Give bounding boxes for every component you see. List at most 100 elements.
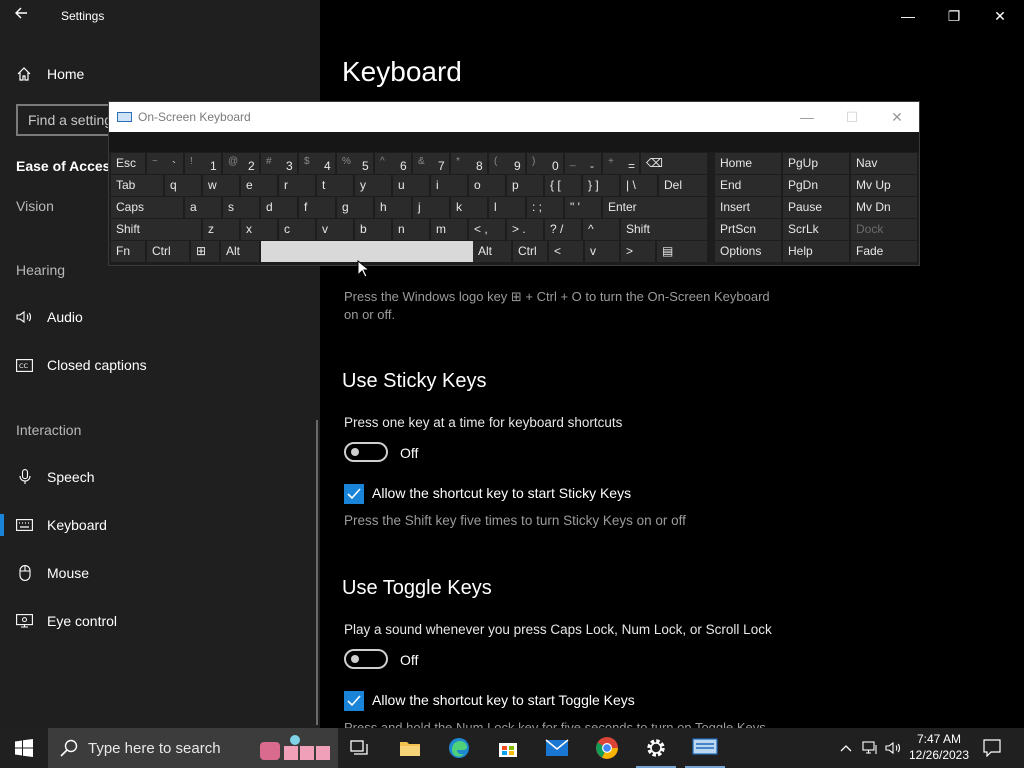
osk-key[interactable]: ~ `: [147, 153, 183, 174]
osk-close-button[interactable]: ✕: [884, 107, 910, 127]
osk-minimize-button[interactable]: —: [794, 107, 820, 127]
network-icon[interactable]: [861, 728, 881, 768]
osk-key[interactable]: Insert: [715, 197, 781, 218]
osk-key[interactable]: " ': [565, 197, 601, 218]
osk-titlebar[interactable]: On-Screen Keyboard — ☐ ✕: [109, 102, 919, 132]
minimize-button[interactable]: —: [888, 4, 928, 28]
osk-key[interactable]: ⌫: [641, 153, 707, 174]
osk-key[interactable]: f: [299, 197, 335, 218]
start-button[interactable]: [0, 728, 48, 768]
osk-key[interactable]: { [: [545, 175, 581, 196]
search-highlights-icon[interactable]: [260, 732, 334, 764]
osk-key[interactable]: ▤: [657, 241, 707, 262]
osk-key[interactable]: | \: [621, 175, 657, 196]
osk-key[interactable]: Esc: [111, 153, 145, 174]
osk-key[interactable]: < ,: [469, 219, 505, 240]
sidebar-item-closed-captions[interactable]: CC Closed captions: [16, 353, 147, 377]
osk-key[interactable]: Pause: [783, 197, 849, 218]
osk-key[interactable]: Nav: [851, 153, 917, 174]
osk-key[interactable]: o: [469, 175, 505, 196]
sidebar-item-keyboard[interactable]: Keyboard: [16, 513, 107, 537]
osk-key[interactable]: Tab: [111, 175, 163, 196]
osk-key[interactable]: ) 0: [527, 153, 563, 174]
sticky-keys-shortcut-checkbox[interactable]: [344, 484, 364, 504]
task-view-icon[interactable]: [340, 728, 380, 768]
osk-key[interactable]: m: [431, 219, 467, 240]
osk-key[interactable]: Ctrl: [513, 241, 547, 262]
sidebar-item-mouse[interactable]: Mouse: [16, 561, 89, 585]
restore-button[interactable]: ❐: [934, 4, 974, 28]
osk-key[interactable]: Alt: [221, 241, 259, 262]
osk-key[interactable]: (9: [489, 153, 525, 174]
edge-icon[interactable]: [439, 728, 479, 768]
osk-key[interactable]: h: [375, 197, 411, 218]
osk-key[interactable]: ⊞: [191, 241, 219, 262]
osk-key[interactable]: } ]: [583, 175, 619, 196]
osk-key[interactable]: & 7: [413, 153, 449, 174]
osk-key[interactable]: Ctrl: [147, 241, 189, 262]
osk-key[interactable]: Mv Up: [851, 175, 917, 196]
osk-key[interactable]: y: [355, 175, 391, 196]
osk-key[interactable]: t: [317, 175, 353, 196]
osk-key[interactable]: g: [337, 197, 373, 218]
osk-key[interactable]: End: [715, 175, 781, 196]
osk-key[interactable]: Shift: [111, 219, 201, 240]
osk-key[interactable]: : ;: [527, 197, 563, 218]
osk-key[interactable]: #3: [261, 153, 297, 174]
osk-key[interactable]: z: [203, 219, 239, 240]
osk-key[interactable]: x: [241, 219, 277, 240]
taskbar-search-box[interactable]: Type here to search: [48, 728, 338, 768]
osk-key[interactable]: n: [393, 219, 429, 240]
osk-key[interactable]: ^: [583, 219, 619, 240]
nav-home[interactable]: Home: [16, 62, 84, 86]
osk-key[interactable]: d: [261, 197, 297, 218]
osk-key[interactable]: Fn: [111, 241, 145, 262]
osk-key[interactable]: r: [279, 175, 315, 196]
osk-key[interactable]: _ -: [565, 153, 601, 174]
osk-key[interactable]: % 5: [337, 153, 373, 174]
taskbar-clock[interactable]: 7:47 AM 12/26/2023: [906, 731, 972, 763]
sidebar-item-audio[interactable]: Audio: [16, 305, 83, 329]
osk-key[interactable]: Shift: [621, 219, 707, 240]
osk-key[interactable]: ? /: [545, 219, 581, 240]
osk-key[interactable]: Options: [715, 241, 781, 262]
notifications-icon[interactable]: [980, 728, 1004, 768]
osk-key[interactable]: PrtScn: [715, 219, 781, 240]
osk-key[interactable]: PgUp: [783, 153, 849, 174]
settings-icon[interactable]: [636, 728, 676, 768]
close-button[interactable]: ✕: [980, 4, 1020, 28]
osk-key[interactable]: ^ 6: [375, 153, 411, 174]
osk-key[interactable]: Del: [659, 175, 707, 196]
osk-key[interactable]: * 8: [451, 153, 487, 174]
osk-app-icon[interactable]: [685, 728, 725, 768]
osk-key[interactable]: PgDn: [783, 175, 849, 196]
osk-key[interactable]: Home: [715, 153, 781, 174]
osk-key[interactable]: k: [451, 197, 487, 218]
sidebar-item-speech[interactable]: Speech: [16, 465, 94, 489]
osk-key[interactable]: l: [489, 197, 525, 218]
osk-key[interactable]: j: [413, 197, 449, 218]
mail-icon[interactable]: [537, 728, 577, 768]
osk-key[interactable]: Enter: [603, 197, 707, 218]
osk-key[interactable]: s: [223, 197, 259, 218]
sticky-keys-toggle[interactable]: [344, 442, 388, 462]
file-explorer-icon[interactable]: [390, 728, 430, 768]
sidebar-scrollbar[interactable]: [316, 420, 318, 725]
osk-key[interactable]: Help: [783, 241, 849, 262]
osk-key[interactable]: + =: [603, 153, 639, 174]
osk-key[interactable]: v: [317, 219, 353, 240]
osk-key[interactable]: c: [279, 219, 315, 240]
osk-key[interactable]: ScrLk: [783, 219, 849, 240]
back-arrow-icon[interactable]: [14, 6, 34, 26]
osk-key[interactable]: $4: [299, 153, 335, 174]
osk-key[interactable]: v: [585, 241, 619, 262]
osk-key[interactable]: ! 1: [185, 153, 221, 174]
osk-key[interactable]: u: [393, 175, 429, 196]
osk-key[interactable]: q: [165, 175, 201, 196]
osk-key[interactable]: @2: [223, 153, 259, 174]
toggle-keys-shortcut-checkbox[interactable]: [344, 691, 364, 711]
osk-key[interactable]: Caps: [111, 197, 183, 218]
toggle-keys-toggle[interactable]: [344, 649, 388, 669]
osk-key[interactable]: Mv Dn: [851, 197, 917, 218]
osk-spacebar[interactable]: [261, 241, 473, 262]
